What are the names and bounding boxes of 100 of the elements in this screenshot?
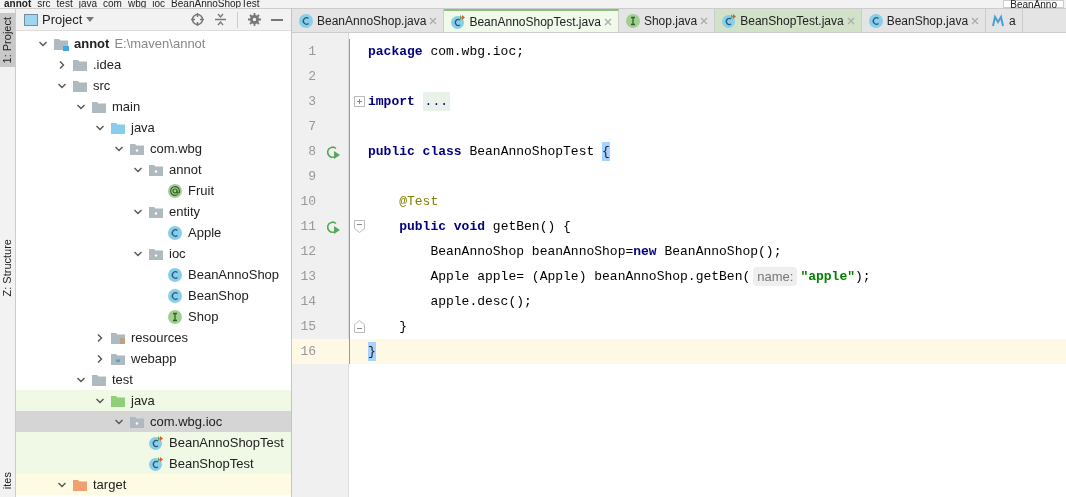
package-icon: [129, 141, 145, 156]
locate-icon[interactable]: [191, 13, 204, 26]
code-text: }: [398, 317, 407, 336]
tree-item[interactable]: resources: [16, 327, 291, 348]
editor-tab[interactable]: BeanShopTest.java: [715, 9, 862, 32]
tree-item-label: webapp: [131, 349, 177, 368]
line-number: 15: [299, 317, 316, 336]
tree-item-label: Shop: [188, 307, 219, 326]
settings-icon[interactable]: [248, 13, 261, 26]
fold-minus-icon[interactable]: [353, 320, 365, 333]
tree-item[interactable]: java: [16, 117, 291, 138]
side-tab[interactable]: 1: Project: [0, 13, 15, 68]
code-text: import ...: [368, 91, 450, 112]
side-tab[interactable]: Z: Structure: [0, 234, 15, 301]
editor-tab[interactable]: BeanAnnoShopTest.java: [444, 9, 619, 32]
run-icon[interactable]: [324, 218, 341, 235]
run-icon[interactable]: [324, 143, 341, 160]
tree-item[interactable]: com.wbg: [16, 138, 291, 159]
tree-item[interactable]: annot E:\maven\annot: [16, 33, 291, 54]
line-number: 14: [299, 292, 316, 311]
folder-icon: [72, 78, 88, 93]
interface-icon: [167, 308, 183, 325]
tree-item[interactable]: com.wbg.ioc: [16, 411, 291, 432]
code-text: @Test: [398, 192, 439, 211]
fold-minus-icon[interactable]: [353, 220, 365, 233]
tree-item[interactable]: java: [16, 390, 291, 411]
tree-item-label: com.wbg: [150, 139, 203, 158]
line-number: 16: [299, 342, 316, 361]
tree-item[interactable]: target: [16, 474, 291, 495]
tree-item[interactable]: BeanShopTest: [16, 453, 291, 474]
fold-plus-icon[interactable]: [353, 96, 365, 107]
interface-icon: [624, 12, 641, 29]
test-class-icon: [450, 13, 467, 30]
tree-item[interactable]: BeanShop: [16, 285, 291, 306]
tree-item-label: .idea: [93, 55, 122, 74]
tree-item-label: annot: [169, 160, 202, 179]
breadcrumb-item[interactable]: annot: [4, 0, 32, 8]
close-icon[interactable]: [603, 17, 612, 26]
tree-item[interactable]: main: [16, 96, 291, 117]
run-configuration[interactable]: BeanAnno: [1003, 0, 1064, 8]
tree-item-label: test: [112, 370, 133, 389]
line-number: 1: [307, 42, 316, 61]
window-icon: [24, 13, 38, 26]
dropdown-icon[interactable]: [86, 16, 95, 23]
breadcrumb-item[interactable]: com: [103, 0, 122, 8]
tree-item[interactable]: ioc: [16, 243, 291, 264]
tree-item-label: com.wbg.ioc: [150, 412, 223, 431]
tree-item[interactable]: annot: [16, 159, 291, 180]
breadcrumb-item[interactable]: src: [37, 0, 51, 8]
line-number: 9: [307, 167, 316, 186]
annotation-icon: [167, 182, 183, 199]
tree-item-label: annot: [74, 34, 110, 53]
collapse-all-icon[interactable]: [214, 13, 227, 26]
tree-item-label: resources: [131, 328, 189, 347]
tree-item[interactable]: .idea: [16, 54, 291, 75]
class-icon: [867, 12, 884, 29]
code-text: BeanAnnoShop beanAnnoShop=new BeanAnnoShop();: [429, 242, 782, 261]
folder-icon: [72, 57, 88, 72]
breadcrumb-item[interactable]: ioc: [152, 0, 166, 8]
code-text: apple.desc();: [429, 292, 532, 311]
tree-item[interactable]: Fruit: [16, 180, 291, 201]
chevron-right-icon[interactable]: [95, 332, 105, 343]
side-tab[interactable]: ites: [0, 467, 15, 493]
class-icon: [298, 12, 314, 29]
folder-icon: [72, 477, 88, 492]
tree-item[interactable]: BeanAnnoShop: [16, 264, 291, 285]
tree-item[interactable]: test: [16, 369, 291, 390]
line-number: 7: [307, 117, 316, 136]
code-text: public class BeanAnnoShopTest {: [368, 141, 610, 162]
line-number: 3: [307, 92, 316, 111]
package-icon: [129, 414, 145, 429]
class-icon: [167, 266, 183, 283]
folder-icon: [91, 99, 107, 114]
chevron-right-icon[interactable]: [57, 59, 67, 70]
module-icon: [53, 36, 69, 51]
tree-item-label: Fruit: [188, 181, 214, 200]
line-number: 2: [307, 67, 316, 86]
tree-item[interactable]: entity: [16, 201, 291, 222]
tree-item-label: java: [131, 391, 155, 410]
tree-item-label: java: [131, 118, 155, 137]
tree-item-label: BeanShop: [188, 286, 249, 305]
panel-title[interactable]: Project: [42, 9, 83, 30]
minimize-icon[interactable]: [271, 18, 283, 21]
line-number: 13: [299, 267, 316, 286]
chevron-right-icon[interactable]: [95, 353, 105, 364]
line-number: 12: [299, 242, 316, 261]
web-folder-icon: [110, 351, 126, 366]
breadcrumb-item[interactable]: test: [56, 0, 73, 8]
line-number: 11: [299, 217, 316, 236]
code-text: public void getBen() {: [398, 217, 571, 236]
module-path: E:\maven\annot: [114, 34, 206, 53]
class-icon: [167, 287, 183, 304]
tree-item[interactable]: BeanAnnoShopTest: [16, 432, 291, 453]
tree-item[interactable]: Apple: [16, 222, 291, 243]
tree-item[interactable]: Shop: [16, 306, 291, 327]
tree-item[interactable]: src: [16, 75, 291, 96]
tree-item-label: main: [112, 97, 141, 116]
tree-item[interactable]: webapp: [16, 348, 291, 369]
m-letter-icon: [992, 13, 1007, 28]
package-icon: [148, 204, 164, 219]
